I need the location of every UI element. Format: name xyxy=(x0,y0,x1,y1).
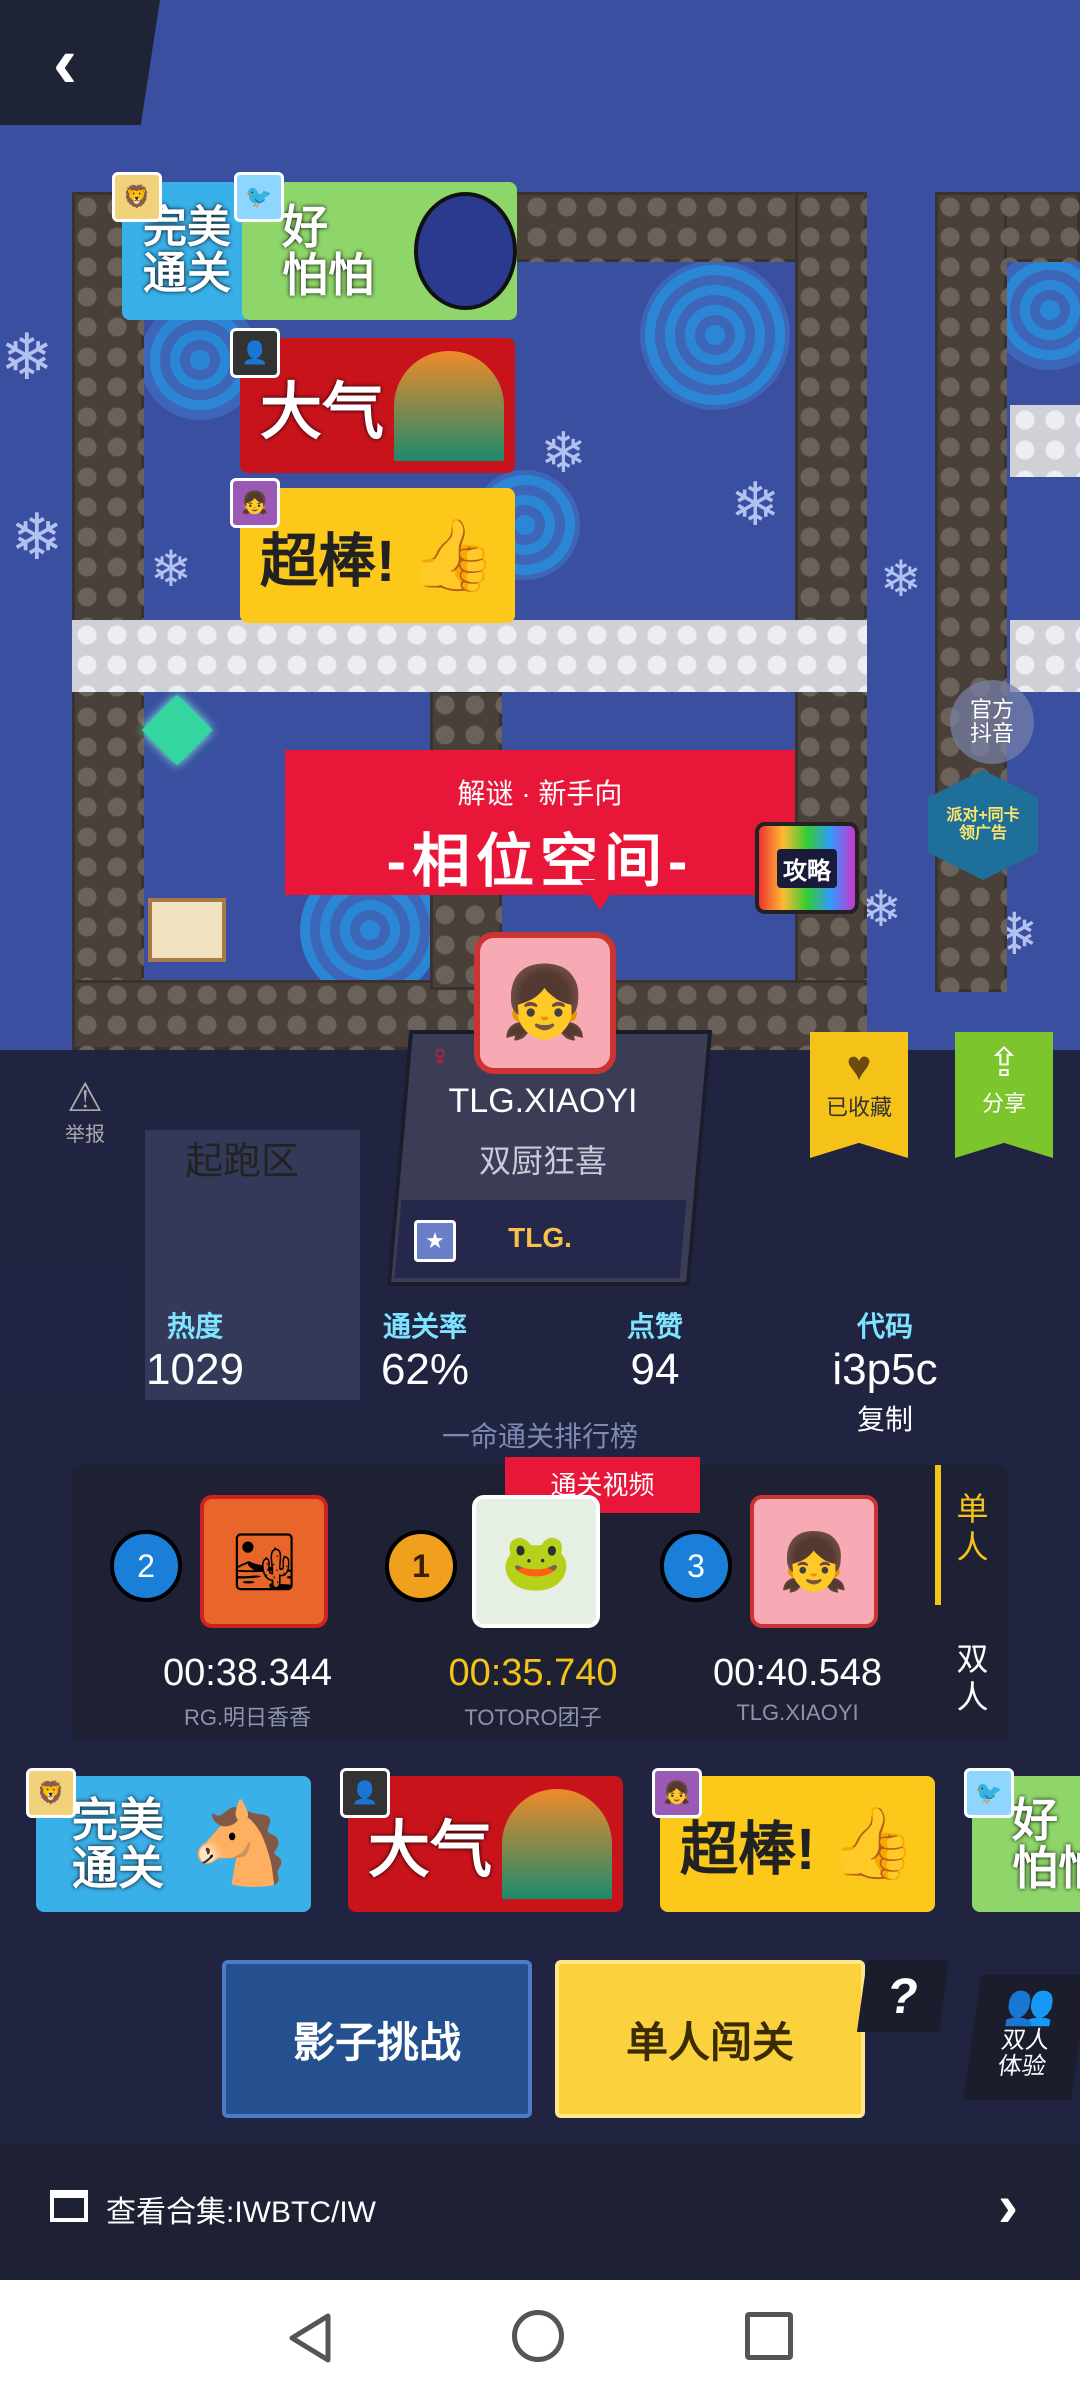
map-bridge xyxy=(72,620,867,692)
back-arrow-icon: ‹ xyxy=(53,22,77,103)
player-avatar[interactable]: 🏜 xyxy=(200,1495,328,1628)
creator-name: TLG.XIAOYI xyxy=(448,1082,638,1120)
help-button[interactable]: ? xyxy=(856,1960,950,2032)
portal-swirl xyxy=(640,260,790,410)
map-bridge xyxy=(1010,620,1080,692)
copy-code-button[interactable]: 复制 xyxy=(840,1398,930,1438)
avatar: 🐦 xyxy=(234,172,284,222)
report-button[interactable]: ⚠ 举报 xyxy=(50,1078,120,1147)
horse-icon: 🐴 xyxy=(190,1799,290,1888)
snowflake-icon: ❄ xyxy=(880,551,922,607)
guide-tv-button[interactable]: 攻略 xyxy=(755,822,859,914)
collection-bar[interactable]: 查看合集:IWBTC/IW › xyxy=(0,2145,1080,2280)
warning-icon: ⚠ xyxy=(67,1076,103,1120)
record-time: 00:40.548 xyxy=(712,1652,883,1694)
mountain-icon xyxy=(502,1789,613,1899)
mode-double-tab[interactable]: 双 人 xyxy=(945,1640,1000,1716)
avatar: 👤 xyxy=(340,1768,390,1818)
rank-badge: 1 xyxy=(385,1530,457,1602)
avatar: 🐦 xyxy=(964,1768,1014,1818)
record-time: 00:35.740 xyxy=(448,1652,618,1694)
shadow-challenge-button[interactable]: 影子挑战 xyxy=(222,1960,532,2118)
creator-avatar[interactable]: 👧 xyxy=(474,932,616,1074)
record-time: 00:38.344 xyxy=(162,1652,333,1694)
sticker-generous[interactable]: 大气 xyxy=(240,338,515,473)
thumbs-up-icon: 👍 xyxy=(829,1804,917,1882)
gem-icon xyxy=(141,694,213,766)
nav-recents-icon[interactable] xyxy=(745,2312,793,2360)
player-name: TOTORO团子 xyxy=(464,1705,602,1730)
duo-experience-button[interactable]: 👥 双人 体验 xyxy=(963,1975,1080,2100)
rank-badge: 3 xyxy=(660,1530,732,1602)
female-icon: ♀ xyxy=(428,1038,452,1074)
sticker-awesome[interactable]: 超棒! 👍 xyxy=(240,488,515,623)
snowflake-icon: ❄ xyxy=(10,501,64,573)
level-title-banner: 解谜 · 新手向 -相位空间- xyxy=(285,750,795,895)
creator-subtitle: 双厨狂喜 xyxy=(478,1143,607,1179)
team-badge-icon: ★ xyxy=(414,1220,456,1262)
level-title: -相位空间- xyxy=(386,829,694,894)
collection-icon xyxy=(50,2190,88,2222)
avatar: 👧 xyxy=(230,478,280,528)
stat-code: 代码 i3p5c xyxy=(832,1311,938,1394)
mode-indicator xyxy=(935,1465,941,1605)
avatar: 👧 xyxy=(652,1768,702,1818)
snowflake-icon: ❄ xyxy=(730,471,781,538)
collection-label: 查看合集:IWBTC/IW xyxy=(106,2196,376,2229)
favorite-button[interactable]: ♥ 已收藏 xyxy=(810,1032,908,1158)
level-category: 解谜 · 新手向 xyxy=(457,778,623,809)
snowflake-icon: ❄ xyxy=(150,541,192,597)
share-icon: ⇪ xyxy=(987,1041,1021,1085)
avatar: 👤 xyxy=(230,328,280,378)
thumbs-up-icon: 👍 xyxy=(409,515,497,594)
player-avatar[interactable]: 👧 xyxy=(750,1495,878,1628)
stat-popularity: 热度 1029 xyxy=(146,1311,244,1394)
sticker-perfect-clear[interactable]: 完美 通关 🐴 xyxy=(36,1776,311,1912)
system-nav-bar xyxy=(0,2280,1080,2400)
nav-back-icon[interactable] xyxy=(282,2308,342,2368)
share-button[interactable]: ⇪ 分享 xyxy=(955,1032,1053,1158)
player-avatar[interactable]: 🐸 xyxy=(472,1495,600,1628)
start-zone-label: 起跑区 xyxy=(185,1141,300,1183)
player-name: TLG.XIAOYI xyxy=(736,1700,859,1725)
creator-team: TLG. xyxy=(508,1222,572,1253)
avatar: 🦁 xyxy=(112,172,162,222)
back-button[interactable]: ‹ xyxy=(0,0,160,125)
leaderboard-title: 一命通关排行榜 xyxy=(441,1421,638,1452)
map-bridge xyxy=(1010,405,1080,477)
signpost-icon xyxy=(148,898,226,962)
heart-icon: ♥ xyxy=(846,1042,872,1089)
two-people-icon: 👥 xyxy=(1002,1983,1059,2027)
chevron-right-icon: › xyxy=(998,2172,1018,2239)
stat-clear-rate: 通关率 62% xyxy=(380,1311,470,1394)
avatar: 🦁 xyxy=(26,1768,76,1818)
snowflake-icon: ❄ xyxy=(0,321,54,393)
solo-play-button[interactable]: 单人闯关 xyxy=(555,1960,865,2118)
mode-single-tab[interactable]: 单 人 xyxy=(945,1490,1000,1566)
character-icon xyxy=(414,192,517,310)
stat-likes: 点赞 94 xyxy=(626,1311,683,1394)
official-douyin-button[interactable]: 官方 抖音 xyxy=(950,680,1034,764)
nav-home-icon[interactable] xyxy=(512,2310,564,2362)
mountain-icon xyxy=(394,350,505,461)
rank-badge: 2 xyxy=(110,1530,182,1602)
player-name: RG.明日香香 xyxy=(183,1705,312,1730)
